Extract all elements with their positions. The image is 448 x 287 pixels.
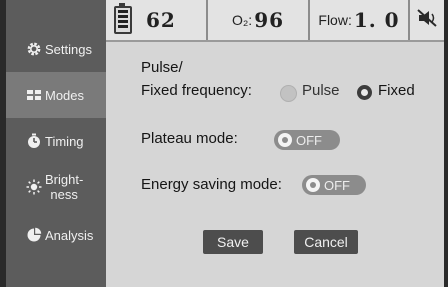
radio-fixed-label[interactable]: Fixed <box>378 82 415 99</box>
radio-fixed[interactable] <box>357 85 372 100</box>
gear-icon <box>26 41 42 57</box>
battery-icon <box>114 3 132 34</box>
save-button[interactable]: Save <box>203 230 263 254</box>
sidebar-item-label: Modes <box>45 87 85 103</box>
radio-pulse-label[interactable]: Pulse <box>302 82 340 99</box>
sidebar-item-label: Timing <box>45 133 84 149</box>
sidebar: Settings Modes Timing Bright- ness Analy… <box>6 0 106 287</box>
sidebar-item-settings[interactable]: Settings <box>6 26 106 72</box>
sidebar-item-analysis[interactable]: Analysis <box>6 212 106 258</box>
battery-cell: 62 <box>106 0 208 40</box>
radio-pulse[interactable] <box>280 85 297 102</box>
toggle-state: OFF <box>296 132 322 148</box>
modes-grid-icon <box>26 87 42 103</box>
battery-value: 62 <box>146 8 176 32</box>
modes-panel: Pulse/ Fixed frequency: Pulse Fixed Plat… <box>106 42 444 287</box>
alarm-mute-icon <box>416 7 438 34</box>
o2-label: O₂: <box>231 12 253 28</box>
energy-saving-label: Energy saving mode: <box>141 176 282 193</box>
pulse-title: Pulse/ <box>141 59 183 76</box>
plateau-mode-toggle[interactable]: OFF <box>274 130 340 150</box>
sun-icon <box>26 179 42 195</box>
sidebar-item-timing[interactable]: Timing <box>6 118 106 164</box>
sidebar-item-label: Analysis <box>45 227 94 243</box>
sidebar-item-label: Settings <box>45 41 92 57</box>
flow-value: 1. 0 <box>353 8 400 32</box>
status-bar: 62 O₂: 96 Flow: 1. 0 <box>106 0 444 42</box>
alarm-mute-cell[interactable] <box>410 0 444 40</box>
flow-cell: Flow: 1. 0 <box>310 0 410 40</box>
sidebar-item-brightness[interactable]: Bright- ness <box>6 164 106 210</box>
energy-saving-toggle[interactable]: OFF <box>302 175 366 195</box>
o2-value: 96 <box>254 8 285 32</box>
toggle-state: OFF <box>324 177 350 193</box>
device-screen: Settings Modes Timing Bright- ness Analy… <box>6 0 444 287</box>
toggle-knob <box>278 133 292 147</box>
sidebar-item-label: Bright- ness <box>45 172 84 202</box>
stopwatch-icon <box>26 133 42 149</box>
pie-chart-icon <box>26 227 42 243</box>
fixed-frequency-label: Fixed frequency: <box>141 82 252 99</box>
o2-cell: O₂: 96 <box>208 0 310 40</box>
flow-label: Flow: <box>318 12 352 28</box>
plateau-mode-label: Plateau mode: <box>141 130 238 147</box>
toggle-knob <box>306 178 320 192</box>
cancel-button[interactable]: Cancel <box>294 230 358 254</box>
sidebar-item-modes[interactable]: Modes <box>6 72 106 118</box>
